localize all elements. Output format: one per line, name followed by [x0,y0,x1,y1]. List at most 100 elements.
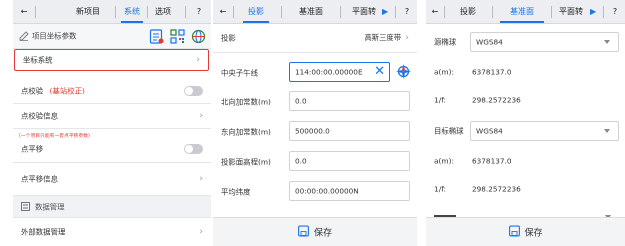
point-shift-label: 点平移 [21,144,44,154]
back-arrow-icon[interactable]: ← [426,0,444,24]
save-label: 保存 [313,228,333,239]
source-ellipsoid-row: 源椭球 WGS84 [426,28,625,56]
tab-divider [147,6,148,18]
tab-divider [395,6,396,18]
source-f-row: 1/f: 298.2572236 [426,86,625,114]
help-button[interactable]: ? [397,0,417,24]
point-calib-info-label: 点校验信息 [21,111,58,121]
source-a-label: a(m): [434,67,454,77]
edit-icon [19,31,29,43]
active-tab-indicator [121,21,143,23]
back-arrow-icon[interactable]: ← [213,0,233,24]
dropdown-arrow-icon [604,129,610,133]
help-button[interactable]: ? [187,0,211,24]
base-calib-tag: (基站校正) [49,86,85,96]
field-label: 北向加常数(m) [221,97,271,106]
source-ellipsoid-value: WGS84 [476,37,503,47]
avg-latitude-row: 平均纬度 00:00:00.00000N [213,178,417,205]
coord-system-label: 坐标系统 [23,55,53,65]
tab-projection[interactable]: 投影 [450,0,486,24]
projection-elev-input[interactable]: 0.0 [289,151,410,171]
tab-plane-trans[interactable]: 平面转 [346,0,382,24]
save-icon [508,225,520,239]
source-a-value: 6378137.0 [472,67,512,77]
page-title: 项目坐标参数 [32,31,77,41]
east-const-input[interactable]: 500000.0 [289,121,410,141]
field-value: 00:00:00.00000N [295,186,359,196]
project-coordinate-screen: ← 新项目 系统 选项 ? 项目坐标参数 坐标系统 › 点校验 (基站校正) 点… [13,0,211,246]
point-calib-toggle[interactable] [184,86,203,96]
tab-divider [35,6,36,18]
tab-divider [115,6,116,18]
external-data-mgmt-item[interactable]: 外部数据管理 › [13,218,211,246]
point-calib-item: 点校验 (基站校正) [13,79,211,104]
target-ellipsoid-value: WGS84 [476,126,503,136]
project-params-header: 项目坐标参数 [13,24,211,49]
target-ellipsoid-select[interactable]: WGS84 [470,121,619,141]
save-label: 保存 [524,228,543,239]
central-meridian-input[interactable]: 114:00:00.00000E ✕ [289,62,390,82]
globe-icon[interactable] [191,29,206,46]
tab-plane-trans[interactable]: 平面转 [553,0,589,24]
north-const-input[interactable]: 0.0 [289,91,410,111]
source-f-label: 1/f: [434,95,447,105]
source-f-value: 298.2572236 [472,95,521,105]
projection-select[interactable]: 投影 高斯三度带 › [213,24,417,53]
compass-icon[interactable] [395,63,412,82]
target-a-label: a(m): [434,156,454,166]
point-calib-text: 点校验 (基站校正) [21,86,85,97]
target-a-row: a(m): 6378137.0 [426,147,625,175]
field-value: 114:00:00.00000E [295,67,363,77]
point-shift-info-label: 点平移信息 [21,174,58,184]
data-mgmt-label: 数据管理 [35,202,65,211]
tab-divider [492,6,493,18]
point-calib-info-item[interactable]: 点校验信息 › [13,104,211,129]
tab-divider [185,6,186,18]
footer-bar: 保存 [213,217,417,246]
field-value: 0.0 [295,96,307,106]
play-arrow-icon[interactable]: ▶ [590,7,596,16]
central-meridian-row: 中央子午线 114:00:00.00000E ✕ [213,59,417,86]
active-tab-indicator [500,21,544,23]
target-ellipsoid-row: 目标椭球 WGS84 [426,117,625,145]
data-mgmt-section: 数据管理 [13,196,211,218]
save-button[interactable]: 保存 [508,225,543,239]
tab-divider [603,6,604,18]
help-button[interactable]: ? [605,0,625,24]
coord-system-item[interactable]: 坐标系统 › [14,49,209,71]
document-icon[interactable] [149,29,164,46]
point-shift-info-item[interactable]: 点平移信息 › [13,163,211,196]
source-ellipsoid-select[interactable]: WGS84 [470,32,619,52]
projection-label: 投影 [221,33,236,43]
top-tab-bar: ← 投影 基准面 平面转 ▶ ? [213,0,417,24]
projection-value: 高斯三度带 [364,33,401,42]
tab-options[interactable]: 选项 [149,0,177,24]
footer-bar: 保存 [426,217,625,246]
field-label: 平均纬度 [221,187,251,196]
external-data-mgmt-label: 外部数据管理 [21,227,66,237]
save-button[interactable]: 保存 [298,225,333,239]
tab-divider [444,6,445,18]
play-arrow-icon[interactable]: ▶ [382,7,388,16]
clear-icon[interactable]: ✕ [374,64,385,80]
source-ellipsoid-label: 源椭球 [434,37,457,47]
back-arrow-icon[interactable]: ← [13,0,35,24]
projection-elev-row: 投影面高程(m) 0.0 [213,148,417,175]
field-label: 东向加常数(m) [221,127,271,136]
tab-divider [551,6,552,18]
target-f-value: 298.2572236 [472,184,521,194]
avg-latitude-input[interactable]: 00:00:00.00000N [289,181,410,201]
chevron-right-icon: › [196,55,200,65]
chevron-right-icon: › [199,174,203,184]
point-shift-toggle[interactable] [184,144,203,155]
point-calib-label: 点校验 [21,86,44,96]
field-label: 投影面高程(m) [221,157,271,166]
point-shift-item: (一个项目只能有一套点平移参数) 点平移 [13,129,211,163]
tab-new-project[interactable]: 新项目 [65,0,111,24]
target-ellipsoid-label: 目标椭球 [434,126,464,136]
qr-code-icon[interactable] [170,29,185,46]
tab-datum[interactable]: 基准面 [291,0,331,24]
list-icon [21,202,30,213]
save-icon [298,225,309,239]
field-value: 0.0 [295,156,307,166]
